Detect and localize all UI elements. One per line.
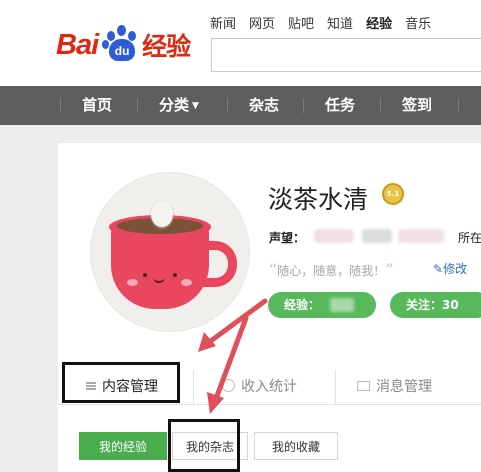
nav-divider bbox=[227, 98, 228, 113]
follow-pill[interactable]: 关注：30 bbox=[390, 292, 481, 318]
level-badge-icon: 5.1 bbox=[382, 183, 404, 205]
nav-divider bbox=[458, 98, 459, 113]
topnav-item-news[interactable]: 新闻 bbox=[210, 13, 236, 32]
tab-baseline bbox=[58, 404, 481, 405]
tab-message-label: 消息管理 bbox=[376, 379, 432, 395]
nav-item-magazine[interactable]: 杂志 bbox=[249, 86, 279, 125]
tab-income-label: 收入统计 bbox=[241, 379, 297, 395]
fame-value-blurred bbox=[398, 229, 444, 243]
location-label: 所在 bbox=[458, 231, 481, 245]
pencil-icon: ✎ bbox=[433, 262, 444, 276]
nav-divider bbox=[303, 98, 304, 113]
edit-signature-link[interactable]: ✎修改 bbox=[433, 260, 467, 277]
logo-bai-text: Bai bbox=[56, 28, 99, 61]
quote-close-mark: ” bbox=[385, 260, 394, 279]
experience-pill[interactable]: 经验： bbox=[268, 292, 376, 318]
topnav-item-tieba[interactable]: 贴吧 bbox=[288, 13, 314, 32]
chevron-down-icon: ▼ bbox=[192, 101, 199, 111]
signature-quote: “随心，随意，随我！” bbox=[269, 260, 394, 279]
follow-label: 关注： bbox=[406, 298, 443, 312]
my-favorites-button[interactable]: 我的收藏 bbox=[254, 432, 338, 460]
baidu-jingyan-logo[interactable]: Bai du 经验 bbox=[56, 22, 191, 68]
header: Bai du 经验 新闻 网页 贴吧 知道 经验 音乐 bbox=[0, 0, 481, 86]
signature-text: 随心，随意，随我！ bbox=[277, 264, 386, 278]
topnav-item-web[interactable]: 网页 bbox=[249, 13, 275, 32]
fame-value-blurred bbox=[362, 229, 392, 243]
tab-divider bbox=[335, 370, 336, 404]
nav-item-category-label: 分类 bbox=[159, 96, 190, 114]
follow-count: 30 bbox=[442, 298, 459, 312]
fame-value-blurred bbox=[314, 229, 354, 243]
logo-du-text: du bbox=[109, 39, 136, 61]
logo-jingyan-text: 经验 bbox=[142, 32, 191, 61]
coin-icon bbox=[222, 379, 235, 392]
search-input[interactable] bbox=[211, 38, 481, 72]
topnav-item-zhidao[interactable]: 知道 bbox=[327, 13, 353, 32]
annotation-highlight-box bbox=[168, 419, 240, 472]
nav-divider bbox=[137, 98, 138, 113]
tab-income-stats[interactable]: 收入统计 bbox=[222, 370, 297, 404]
topnav-item-music[interactable]: 音乐 bbox=[405, 13, 431, 32]
mail-icon bbox=[357, 381, 370, 391]
top-navigation: 新闻 网页 贴吧 知道 经验 音乐 bbox=[210, 13, 444, 32]
username: 淡茶水清 bbox=[268, 185, 369, 214]
nav-item-task[interactable]: 任务 bbox=[325, 86, 355, 125]
experience-label: 经验： bbox=[284, 298, 321, 312]
nav-item-signin[interactable]: 签到 bbox=[402, 86, 432, 125]
nav-item-home[interactable]: 首页 bbox=[82, 86, 112, 125]
nav-item-category[interactable]: 分类 ▼ bbox=[159, 86, 199, 125]
topnav-item-jingyan[interactable]: 经验 bbox=[366, 13, 392, 32]
avatar[interactable] bbox=[91, 173, 249, 331]
paw-icon: du bbox=[101, 25, 141, 65]
my-experience-button[interactable]: 我的经验 bbox=[79, 432, 167, 460]
annotation-highlight-box bbox=[62, 362, 180, 403]
experience-value-blurred bbox=[330, 298, 354, 312]
nav-divider bbox=[60, 98, 61, 113]
main-navigation: 首页 分类 ▼ 杂志 任务 签到 bbox=[0, 86, 481, 125]
tab-divider bbox=[193, 370, 194, 404]
tab-message-management[interactable]: 消息管理 bbox=[357, 370, 432, 404]
edit-signature-label: 修改 bbox=[443, 262, 468, 276]
nav-divider bbox=[380, 98, 381, 113]
fame-label: 声望： bbox=[269, 231, 306, 245]
